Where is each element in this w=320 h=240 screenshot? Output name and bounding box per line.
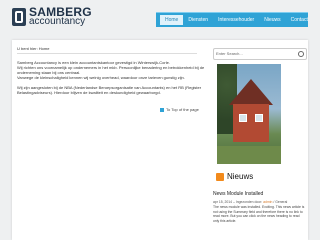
post-meta-prefix: apr 15, 2014 – Ingezonden door: <box>213 200 263 204</box>
house-shape <box>233 104 269 142</box>
post-meta: apr 15, 2014 – Ingezonden door: admin / … <box>213 200 288 204</box>
nav-contact[interactable]: Contact <box>286 13 313 27</box>
news-heading-label: Nieuws <box>227 172 254 181</box>
window <box>255 114 263 122</box>
search-box[interactable]: Enter Search... <box>213 48 307 60</box>
search-input[interactable]: Enter Search... <box>216 51 243 56</box>
lawn <box>217 146 281 164</box>
logo-text: SAMBERG accountancy <box>29 6 92 27</box>
breadcrumb: U bent hier: Home <box>17 46 197 54</box>
rss-icon <box>216 172 224 181</box>
logo-mark-icon <box>12 8 26 26</box>
post-category: General <box>275 200 288 204</box>
post-author[interactable]: admin <box>263 200 272 204</box>
logo[interactable]: SAMBERG accountancy <box>12 6 92 27</box>
nav-diensten[interactable]: Diensten <box>183 13 213 27</box>
office-photo <box>217 64 281 164</box>
brand-sub: accountancy <box>29 16 86 27</box>
to-top-link[interactable]: To Top of the page <box>160 107 199 112</box>
news-heading: Nieuws <box>216 172 253 181</box>
to-top-label: To Top of the page <box>166 107 199 112</box>
intro-paragraph: Samberg Accountancy is een klein account… <box>17 60 207 80</box>
intro-line-3: Vanwege de kleinschaligheid kennen wij w… <box>17 75 185 80</box>
main-nav: Home Diensten Interessehouder Nieuws Con… <box>156 12 308 27</box>
post-title[interactable]: News Module Installed <box>213 191 263 197</box>
post-text: The news module was installed. Exciting.… <box>213 205 305 223</box>
intro-text: Samberg Accountancy is een klein account… <box>17 60 207 100</box>
window <box>239 114 247 122</box>
roof-shape <box>229 79 273 105</box>
search-icon[interactable] <box>298 51 304 57</box>
nav-home[interactable]: Home <box>160 15 184 25</box>
nav-interessehouder[interactable]: Interessehouder <box>213 13 259 27</box>
intro-line-2: Wij richten ons voornamelijk op ondernem… <box>17 65 205 75</box>
intro-paragraph-2: Wij zijn aangesloten bij de NBA (Nederla… <box>17 85 202 95</box>
nav-nieuws[interactable]: Nieuws <box>259 13 285 27</box>
arrow-up-icon <box>160 107 164 112</box>
